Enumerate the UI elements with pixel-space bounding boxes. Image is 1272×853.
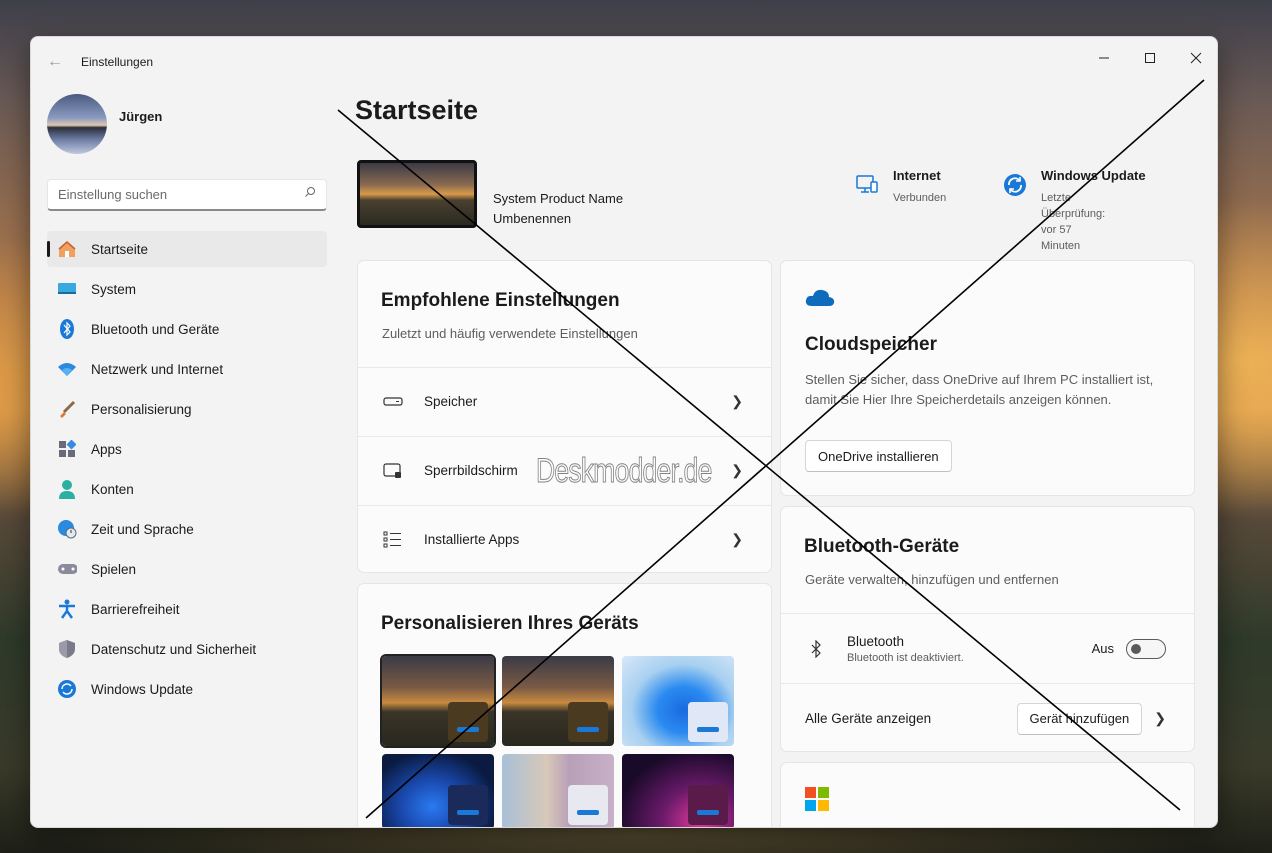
sidebar-item-spielen[interactable]: Spielen: [47, 551, 327, 587]
sidebar-item-personalisierung[interactable]: Personalisierung: [47, 391, 327, 427]
brush-icon: [57, 399, 77, 419]
internet-title: Internet: [893, 168, 941, 183]
toggle-state-label: Aus: [1091, 641, 1114, 656]
onedrive-cloud-icon: [805, 289, 835, 306]
cloud-desc-line2: damit Sie Hier Ihre Speicherdetails anze…: [805, 392, 1112, 407]
search-input[interactable]: [58, 187, 288, 202]
network-monitor-icon: [856, 175, 878, 193]
recommended-subtitle: Zuletzt und häufig verwendete Einstellun…: [382, 326, 638, 341]
minimize-button[interactable]: [1081, 43, 1127, 73]
recommended-row-speicher[interactable]: Speicher ❯: [358, 367, 771, 435]
sidebar-item-barrierefreiheit[interactable]: Barrierefreiheit: [47, 591, 327, 627]
device-wallpaper-thumbnail: [357, 160, 477, 228]
sidebar-item-system[interactable]: System: [47, 271, 327, 307]
install-onedrive-button[interactable]: OneDrive installieren: [805, 440, 952, 472]
close-icon: [1190, 52, 1202, 64]
sidebar-item-bluetooth[interactable]: Bluetooth und Geräte: [47, 311, 327, 347]
watermark-text: Deskmodder.de: [536, 452, 713, 491]
wallpaper-option[interactable]: [382, 656, 494, 746]
storage-drive-icon: [382, 396, 404, 407]
globe-clock-icon: [57, 519, 77, 539]
avatar[interactable]: [47, 94, 107, 154]
title-bar: ← Einstellungen: [31, 37, 1217, 85]
update-icon: [1004, 174, 1026, 196]
back-arrow-icon[interactable]: ←: [47, 53, 63, 71]
maximize-icon: [1145, 53, 1155, 63]
all-devices-label: Alle Geräte anzeigen: [805, 711, 932, 726]
chevron-right-icon: ❯: [1154, 710, 1166, 726]
rename-link[interactable]: Umbenennen: [493, 211, 571, 226]
add-device-button[interactable]: Gerät hinzufügen: [1016, 702, 1143, 735]
app-list-icon: [382, 531, 404, 549]
bluetooth-title: Bluetooth-Geräte: [804, 536, 960, 557]
chevron-right-icon: ❯: [731, 393, 743, 409]
sidebar-nav: Startseite System Bluetooth und Geräte N…: [47, 231, 327, 711]
recommended-settings-card: Empfohlene Einstellungen Zuletzt und häu…: [357, 260, 772, 573]
bluetooth-device-row: Bluetooth Bluetooth ist deaktiviert. Aus: [781, 613, 1194, 683]
gamepad-icon: [57, 559, 77, 579]
bluetooth-icon: [805, 639, 827, 658]
home-icon: [57, 239, 77, 259]
cloud-desc-line1: Stellen Sie sicher, dass OneDrive auf Ih…: [805, 372, 1154, 387]
device-name: System Product Name: [493, 191, 624, 206]
apps-icon: [57, 439, 77, 459]
sidebar-item-startseite[interactable]: Startseite: [47, 231, 327, 267]
person-icon: [57, 479, 77, 499]
all-devices-row[interactable]: Alle Geräte anzeigen Gerät hinzufügen ❯: [781, 683, 1194, 751]
wallpaper-option[interactable]: [622, 754, 734, 827]
microsoft-account-card: [780, 762, 1195, 827]
bluetooth-label: Bluetooth: [847, 633, 905, 649]
cloud-title: Cloudspeicher: [805, 334, 937, 355]
lock-screen-icon: [382, 462, 404, 480]
windows-update-status-text: Letzte Überprüfung: vor 57 Minuten: [1041, 192, 1106, 252]
personalize-title: Personalisieren Ihres Geräts: [381, 613, 639, 634]
wifi-icon: [57, 359, 77, 379]
sidebar-item-netzwerk[interactable]: Netzwerk und Internet: [47, 351, 327, 387]
sidebar-item-windows-update[interactable]: Windows Update: [47, 671, 327, 707]
recommended-title: Empfohlene Einstellungen: [381, 290, 620, 311]
sidebar-item-apps[interactable]: Apps: [47, 431, 327, 467]
bluetooth-status: Bluetooth ist deaktiviert.: [847, 651, 964, 664]
sidebar-item-zeit[interactable]: Zeit und Sprache: [47, 511, 327, 547]
accessibility-icon: [57, 599, 77, 619]
bluetooth-subtitle: Geräte verwalten, hinzufügen und entfern…: [805, 572, 1059, 587]
recommended-row-installierte-apps[interactable]: Installierte Apps ❯: [358, 505, 771, 572]
settings-window: ← Einstellungen Jürgen Startseite: [30, 36, 1218, 828]
sidebar-item-konten[interactable]: Konten: [47, 471, 327, 507]
bluetooth-icon: [57, 319, 77, 339]
windows-update-title: Windows Update: [1041, 168, 1146, 183]
sidebar-item-datenschutz[interactable]: Datenschutz und Sicherheit: [47, 631, 327, 667]
minimize-icon: [1099, 57, 1109, 59]
shield-icon: [57, 639, 77, 659]
cloud-storage-card: Cloudspeicher Stellen Sie sicher, dass O…: [780, 260, 1195, 496]
bluetooth-devices-card: Bluetooth-Geräte Geräte verwalten, hinzu…: [780, 506, 1195, 752]
wallpaper-option[interactable]: [502, 656, 614, 746]
bluetooth-toggle[interactable]: [1126, 638, 1166, 659]
wallpaper-option[interactable]: [502, 754, 614, 827]
page-title: Startseite: [355, 95, 479, 125]
wallpaper-option[interactable]: [622, 656, 734, 746]
chevron-right-icon: ❯: [731, 462, 743, 478]
app-title: Einstellungen: [81, 55, 154, 69]
internet-status-text: Verbunden: [893, 192, 947, 204]
user-name: Jürgen: [119, 109, 163, 124]
microsoft-logo-icon: [805, 787, 829, 811]
update-icon: [57, 679, 77, 699]
search-box[interactable]: [47, 179, 327, 211]
chevron-right-icon: ❯: [731, 531, 743, 547]
search-icon[interactable]: [304, 186, 316, 201]
close-button[interactable]: [1173, 43, 1217, 73]
maximize-button[interactable]: [1127, 43, 1173, 73]
wallpaper-option[interactable]: [382, 754, 494, 827]
system-display-icon: [57, 279, 77, 299]
